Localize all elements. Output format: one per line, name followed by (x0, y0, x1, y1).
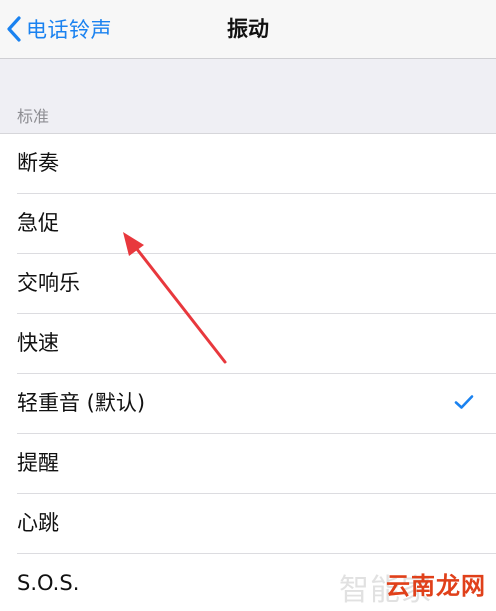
list-item[interactable]: 提醒 (0, 434, 496, 494)
list-item[interactable]: 心跳 (0, 494, 496, 554)
list-item-label: 提醒 (17, 451, 59, 475)
list-item-selected[interactable]: 轻重音 (默认) (0, 374, 496, 434)
vibration-settings-screen: 电话铃声 振动 标准 断奏 急促 交响乐 快速 轻重音 (默认) 提醒 心跳 S… (0, 0, 496, 611)
section-header-standard: 标准 (17, 107, 50, 126)
list-item[interactable]: 快速 (0, 314, 496, 374)
list-item[interactable]: 断奏 (0, 134, 496, 194)
list-item-label: 轻重音 (默认) (17, 391, 146, 415)
list-item[interactable]: 急促 (0, 194, 496, 254)
list-item-label: 交响乐 (17, 271, 80, 295)
list-item-label: 断奏 (17, 151, 59, 175)
vibration-pattern-list: 断奏 急促 交响乐 快速 轻重音 (默认) 提醒 心跳 S.O.S. (0, 133, 496, 611)
list-item-label: 心跳 (17, 511, 59, 535)
list-item-label: S.O.S. (17, 571, 80, 595)
list-item-label: 急促 (17, 211, 59, 235)
list-item-label: 快速 (17, 331, 59, 355)
list-item[interactable]: 交响乐 (0, 254, 496, 314)
navigation-bar: 电话铃声 振动 (0, 0, 496, 59)
checkmark-icon (454, 394, 474, 410)
page-title: 振动 (227, 17, 269, 41)
watermark-logo: 云南龙网 (386, 572, 486, 600)
